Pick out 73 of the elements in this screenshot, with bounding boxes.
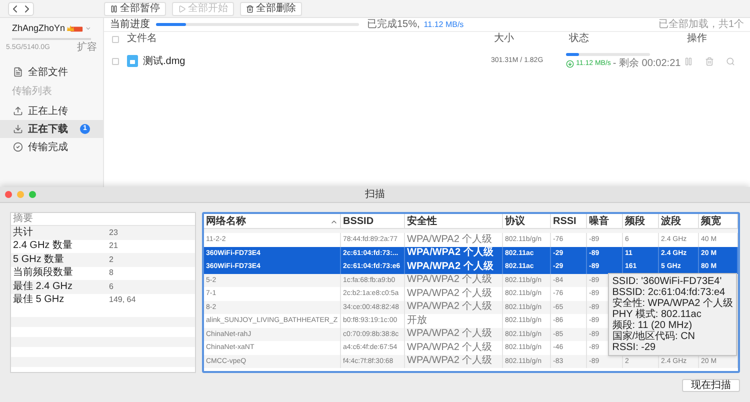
tooltip-line: SSID: '360WiFi-FD73E4' [612,276,723,287]
table-cell: WPA/WPA2 个人级 [407,234,492,245]
column-header[interactable]: 噪音 [587,214,623,228]
table-cell: WPA/WPA2 个人级 [407,356,492,366]
column-header[interactable]: 协议 [503,214,551,228]
summary-value: 2 [109,256,114,264]
summary-label: 2.4 GHz 数量 [13,241,74,252]
upload-icon [13,106,23,116]
summary-value: 21 [109,242,118,250]
table-cell: WPA/WPA2 个人级 [407,342,492,353]
summary-value: 149, 64 [109,296,136,304]
trash-icon[interactable] [705,56,714,66]
tooltip-line: RSSI: -29 [612,342,657,353]
zoom-button[interactable] [29,191,36,198]
table-cell: WPA/WPA2 个人级 [407,302,492,312]
summary-value: 8 [109,269,114,278]
vip-badge-icon [67,24,83,34]
file-icon [13,67,23,77]
table-cell: WPA/WPA2 个人级 [407,329,492,340]
play-icon [178,4,186,12]
progress-text: 已完成15%, [367,20,420,30]
table-cell: WPA/WPA2 个人级 [407,262,494,272]
file-icon [127,55,138,67]
column-header: 大小 [494,34,515,44]
file-name: 测试.dmg [143,54,186,68]
column-header[interactable]: 安全性 [405,214,503,228]
speed-text: 11.12 MB/s [424,20,464,28]
check-circle-icon [13,142,23,152]
window-title: 扫描 [365,190,385,200]
summary-value: 6 [109,282,114,291]
summary-label: 最佳 2.4 GHz [13,282,74,292]
column-header: 操作 [687,34,707,44]
column-header[interactable]: RSSI [551,214,587,228]
minimize-button[interactable] [17,191,24,198]
toolbar-button[interactable]: 全部暂停 [104,2,166,16]
summary-label: 共计 [13,228,34,238]
download-icon [13,124,23,134]
table-cell: WPA/WPA2 个人级 [407,275,492,286]
pause-icon [110,4,118,12]
download-icon [566,60,574,68]
summary-label: 5 GHz 数量 [13,254,66,265]
sidebar-item[interactable]: 全部文件 [0,63,103,81]
column-header[interactable]: 频段 [623,214,659,228]
table-cell: WPA/WPA2 个人级 [407,248,494,258]
tooltip-line: BSSID: 2c:61:04:fd:73:e4 [612,287,726,298]
column-header[interactable]: 频宽 [699,214,738,228]
sidebar-item[interactable]: 正在上传 [0,102,103,120]
load-summary: 已全部加载，共1个 [658,20,744,30]
toolbar-button[interactable]: 全部删除 [240,2,302,16]
table-cell: 开放 [407,316,427,326]
sidebar-section-label: 传输列表 [11,84,53,99]
search-icon[interactable] [726,56,735,66]
tooltip-line: 安全性: WPA/WPA2 个人级 [612,298,733,309]
account-name: ZhAngZhoYn [12,22,66,35]
tooltip-line: 国家/地区代码: CN [612,331,696,342]
column-header[interactable]: 波段 [659,214,699,228]
column-header: 文件名 [127,34,158,44]
checkbox[interactable] [112,36,119,42]
column-header[interactable]: 网络名称 [204,214,341,228]
column-header: 状态 [569,34,590,44]
progress-label: 当前进度 [110,20,150,30]
summary-label: 最佳 5 GHz [13,295,66,306]
scan-now-button[interactable]: 现在扫描 [682,379,740,392]
close-button[interactable] [5,191,12,198]
summary-label: 当前频段数量 [13,268,74,278]
summary-value: 23 [109,228,118,237]
table-cell: WPA/WPA2 个人级 [407,288,492,299]
checkbox[interactable] [112,58,119,64]
column-header[interactable]: BSSID [341,214,405,228]
pause-icon[interactable] [684,56,693,66]
time-remaining: - 剩余 00:02:21 [612,59,681,69]
sidebar-item[interactable]: 传输完成 [0,138,103,156]
trash-icon [246,4,254,12]
